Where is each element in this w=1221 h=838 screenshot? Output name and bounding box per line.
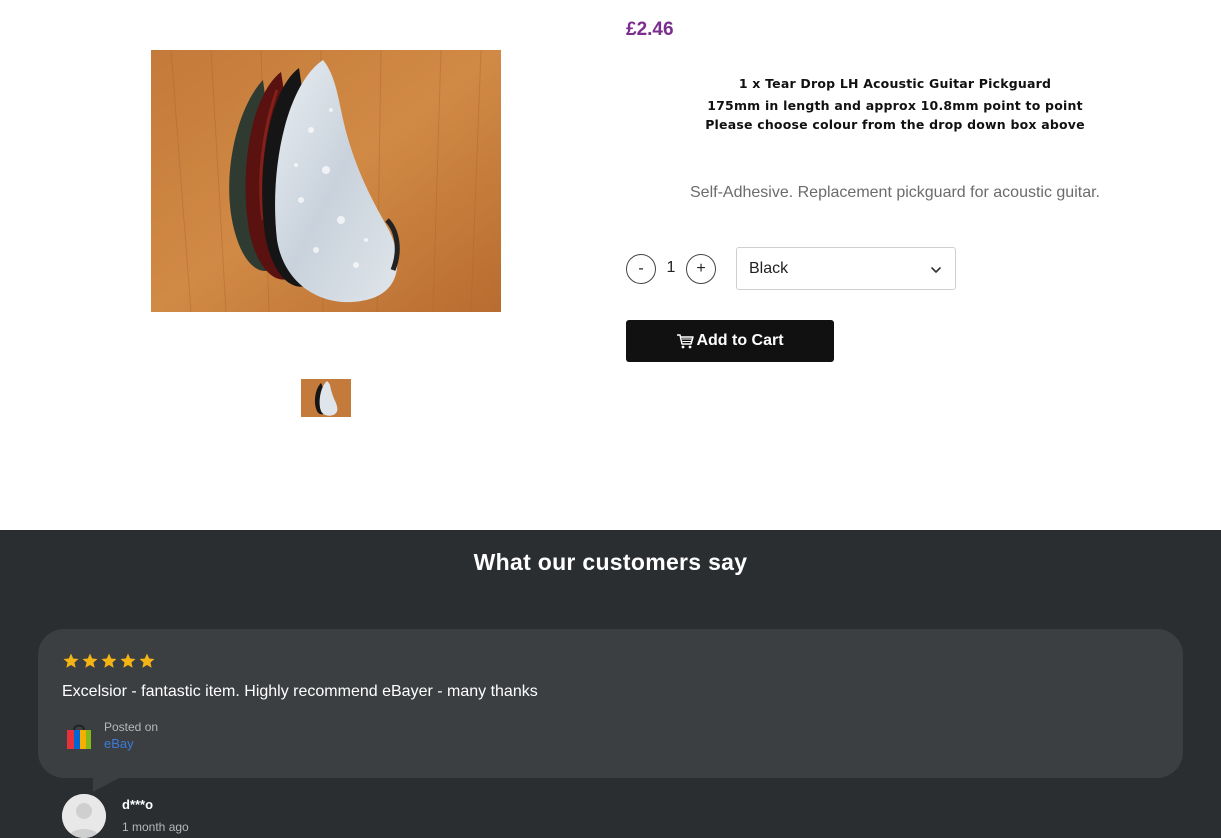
quantity-decrease-button[interactable]: - <box>626 254 656 284</box>
colour-select-value: Black <box>749 260 789 277</box>
product-image[interactable] <box>151 50 501 312</box>
colour-select[interactable]: Black <box>736 247 956 290</box>
add-to-cart-label: Add to Cart <box>696 332 784 349</box>
ebay-bag-icon <box>67 724 91 749</box>
user-avatar-icon <box>62 794 106 838</box>
star-icon <box>139 653 155 668</box>
add-to-cart-button[interactable]: Add to Cart <box>626 320 834 362</box>
review-card-tail <box>93 778 119 792</box>
review-text: Excelsior - fantastic item. Highly recom… <box>62 683 538 700</box>
review-card: Excelsior - fantastic item. Highly recom… <box>38 629 1183 778</box>
quantity-value[interactable]: 1 <box>656 259 686 277</box>
review-date: 1 month ago <box>122 820 189 834</box>
reviewer-name: d***o <box>122 797 154 812</box>
review-source-link[interactable]: eBay <box>104 736 134 751</box>
description-line-3: Please choose colour from the drop down … <box>705 117 1085 132</box>
shopping-cart-icon <box>677 334 695 349</box>
reviews-section: What our customers say Excelsior - fanta… <box>0 530 1221 838</box>
star-icon <box>120 653 136 668</box>
star-icon <box>82 653 98 668</box>
reviews-title: What our customers say <box>473 549 748 575</box>
chevron-down-icon <box>931 267 941 273</box>
quantity-increase-button[interactable]: + <box>686 254 716 284</box>
product-subtitle: Self-Adhesive. Replacement pickguard for… <box>690 184 1100 201</box>
avatar <box>62 794 106 838</box>
product-thumbnail[interactable] <box>301 379 351 417</box>
star-rating <box>62 652 156 670</box>
star-icon <box>101 653 117 668</box>
description-line-1: 1 x Tear Drop LH Acoustic Guitar Pickgua… <box>738 76 1052 91</box>
star-icon <box>63 653 79 668</box>
posted-on-label: Posted on <box>104 720 159 734</box>
description-line-2: 175mm in length and approx 10.8mm point … <box>707 98 1083 113</box>
product-price: £2.46 <box>626 19 674 40</box>
